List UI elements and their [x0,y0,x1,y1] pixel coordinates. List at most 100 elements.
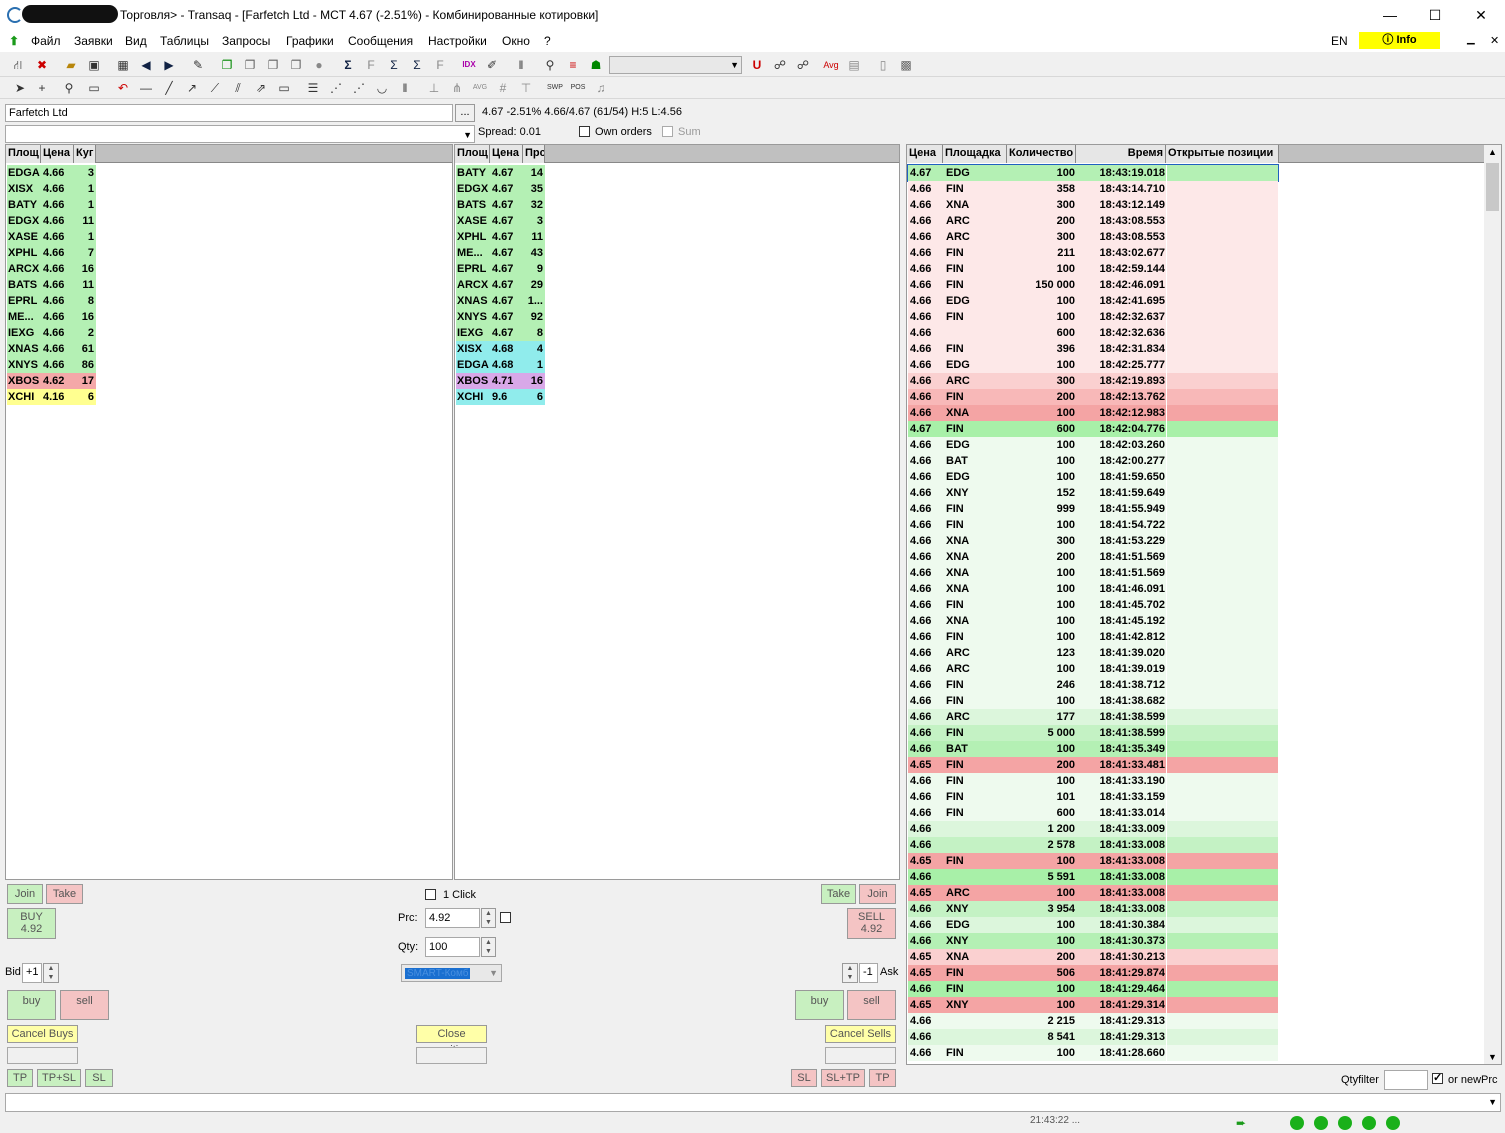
trade-row[interactable]: 4.66 FIN 600 18:41:33.014 [908,805,1278,821]
trade-row[interactable]: 4.65 XNA 200 18:41:30.213 [908,949,1278,965]
trade-row[interactable]: 4.66 FIN 100 18:41:54.722 [908,517,1278,533]
people-icon[interactable]: ☗ [587,56,605,74]
instrument-field[interactable]: Farfetch Ltd [5,104,453,122]
pitchfork-icon[interactable]: ⋔ [448,79,466,97]
edit-icon[interactable]: ✎ [189,56,207,74]
tp-sl-left-button[interactable]: TP+SL [37,1069,81,1087]
menu-messages[interactable]: Сообщения [348,34,413,48]
fib-icon[interactable]: ☰ [304,79,322,97]
trade-row[interactable]: 4.66 XNY 3 954 18:41:33.008 [908,901,1278,917]
trade-row[interactable]: 4.65 FIN 100 18:41:33.008 [908,853,1278,869]
swp-icon[interactable]: SWP [546,79,564,97]
trade-row[interactable]: 4.66 2 215 18:41:29.313 [908,1013,1278,1029]
trade-row[interactable]: 4.66 XNA 100 18:41:46.091 [908,581,1278,597]
ray-icon[interactable]: ↗ [183,79,201,97]
trade-row[interactable]: 4.66 EDG 100 18:41:30.384 [908,917,1278,933]
depth-row[interactable]: IEXG 4.67 8 [456,325,545,341]
table-icon[interactable]: ▦ [114,56,132,74]
hline-icon[interactable]: — [137,79,155,97]
sl-left-button[interactable]: SL [85,1069,113,1087]
depth-row[interactable]: EPRL 4.67 9 [456,261,545,277]
fan-icon[interactable]: ⋰ [327,79,345,97]
connect-icon[interactable]: ⛙ [9,56,27,74]
notes-icon[interactable]: ▤ [845,56,863,74]
menu-settings[interactable]: Настройки [428,34,487,48]
fan2-icon[interactable]: ⋰ [350,79,368,97]
minimize-button[interactable]: — [1367,0,1413,30]
menu-orders[interactable]: Заявки [74,34,113,48]
disconnect-icon[interactable]: ✖ [33,56,51,74]
people2-icon[interactable]: ☍ [771,56,789,74]
join-bid-button[interactable]: Join [7,884,43,904]
trade-row[interactable]: 4.66 600 18:42:32.636 [908,325,1278,341]
trade-row[interactable]: 4.66 BAT 100 18:42:00.277 [908,453,1278,469]
trade-row[interactable]: 4.66 FIN 100 18:41:29.464 [908,981,1278,997]
take-bid-button[interactable]: Take [821,884,856,904]
trade-row[interactable]: 4.66 2 578 18:41:33.008 [908,837,1278,853]
mdi-close-button[interactable]: ✕ [1490,34,1499,47]
zoom-icon[interactable]: ⚲ [60,79,78,97]
bid-offset-spinner[interactable]: ▲ ▼ [43,963,59,983]
depth-row[interactable]: XNYS 4.67 92 [456,309,545,325]
crosshair-icon[interactable]: + [33,79,51,97]
depth-row[interactable]: IEXG 4.66 2 [7,325,96,341]
levels-icon[interactable]: ⊤ [517,79,535,97]
depth-row[interactable]: XBOS 4.62 17 [7,373,96,389]
depth-row[interactable]: BATS 4.67 32 [456,197,545,213]
trade-row[interactable]: 4.66 EDG 100 18:42:25.777 [908,357,1278,373]
or-new-prc-checkbox[interactable] [1432,1071,1443,1084]
menu-window[interactable]: Окно [502,34,530,48]
bid-offset-field[interactable]: +1 [22,963,42,983]
depth-row[interactable]: XISX 4.66 1 [7,181,96,197]
menu-help[interactable]: ? [544,34,551,48]
trade-row[interactable]: 4.65 FIN 200 18:41:33.481 [908,757,1278,773]
cancel-buys-button[interactable]: Cancel Buys [7,1025,78,1043]
ruler-icon[interactable]: ▭ [85,79,103,97]
price-spinner[interactable]: ▲ ▼ [481,908,496,928]
function-l-icon[interactable]: F [431,56,449,74]
filter-icon[interactable]: ≡ [564,56,582,74]
trade-row[interactable]: 4.66 ARC 177 18:41:38.599 [908,709,1278,725]
sl-right-button[interactable]: SL [791,1069,817,1087]
depth-row[interactable]: ME... 4.66 16 [7,309,96,325]
depth-row[interactable]: EDGA 4.66 3 [7,165,96,181]
trade-row[interactable]: 4.66 BAT 100 18:41:35.349 [908,741,1278,757]
alert-icon[interactable]: ♫ [592,79,610,97]
trade-row[interactable]: 4.66 FIN 100 18:42:59.144 [908,261,1278,277]
u-icon[interactable]: U [748,56,766,74]
depth-row[interactable]: EDGA 4.68 1 [456,357,545,373]
trade-row[interactable]: 4.66 FIN 101 18:41:33.159 [908,789,1278,805]
trade-row[interactable]: 4.67 FIN 600 18:42:04.776 [908,421,1278,437]
idx-icon[interactable]: IDX [460,56,478,74]
depth-row[interactable]: XNAS 4.67 1... [456,293,545,309]
menu-tables[interactable]: Таблицы [160,34,209,48]
depth-row[interactable]: XISX 4.68 4 [456,341,545,357]
trade-row[interactable]: 4.66 FIN 100 18:41:45.702 [908,597,1278,613]
line-icon[interactable]: ╱ [160,79,178,97]
sum-checkbox[interactable] [662,126,673,137]
sum-p-icon[interactable]: Σ [385,56,403,74]
depth-row[interactable]: XPHL 4.66 7 [7,245,96,261]
column-header[interactable]: Количество [1007,145,1076,163]
depth-row[interactable]: XNYS 4.66 86 [7,357,96,373]
trade-row[interactable]: 4.65 XNY 100 18:41:29.314 [908,997,1278,1013]
forward-arrow-icon[interactable]: ▶ [160,56,178,74]
depth-row[interactable]: EDGX 4.66 11 [7,213,96,229]
sell-small-right-button[interactable]: sell [847,990,896,1020]
depth-row[interactable]: ARCX 4.66 16 [7,261,96,277]
trade-row[interactable]: 4.66 5 591 18:41:33.008 [908,869,1278,885]
one-click-checkbox[interactable] [425,889,436,900]
ask-offset-spinner[interactable]: ▲ ▼ [842,963,858,983]
trade-row[interactable]: 4.66 FIN 150 000 18:42:46.091 [908,277,1278,293]
save-icon[interactable]: ▣ [85,56,103,74]
trade-row[interactable]: 4.66 FIN 100 18:41:42.812 [908,629,1278,645]
trade-row[interactable]: 4.66 FIN 200 18:42:13.762 [908,389,1278,405]
column-header[interactable]: Площадка [943,145,1007,163]
trade-row[interactable]: 4.66 FIN 100 18:41:33.190 [908,773,1278,789]
cursor-icon[interactable]: ➤ [11,79,29,97]
sell-button[interactable]: SELL 4.92 [847,908,896,939]
trade-row[interactable]: 4.66 EDG 100 18:41:59.650 [908,469,1278,485]
people3-icon[interactable]: ☍ [794,56,812,74]
depth-row[interactable]: ME... 4.67 43 [456,245,545,261]
close-button[interactable]: ✕ [1458,0,1504,30]
